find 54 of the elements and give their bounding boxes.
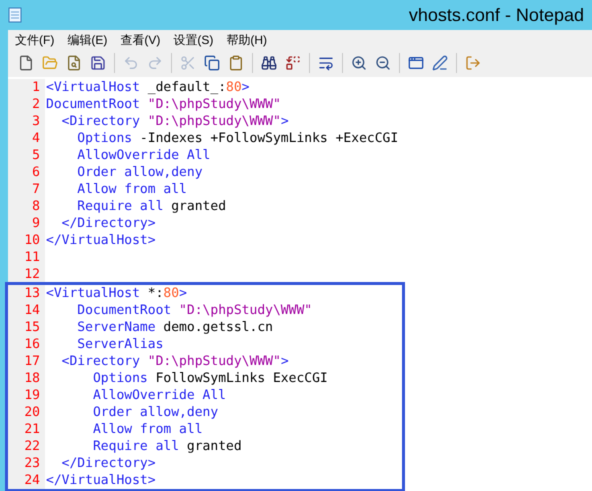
line-number: 9 — [8, 215, 42, 232]
code-line: Allow from all — [92, 421, 203, 438]
code-line: Require all granted — [76, 198, 226, 215]
line-number: 18 — [8, 370, 42, 387]
code-line: <VirtualHost _default_:80> — [45, 79, 250, 96]
line-number: 11 — [8, 249, 42, 266]
code-line: <Directory "D:\phpStudy\WWW"> — [60, 353, 289, 370]
line-number: 15 — [8, 319, 42, 336]
line-number: 22 — [8, 438, 42, 455]
code-line: Require all granted — [92, 438, 242, 455]
code-line: DocumentRoot "D:\phpStudy\WWW" — [76, 302, 312, 319]
menu-item[interactable]: 文件(F) — [15, 31, 54, 49]
menu-item[interactable]: 帮助(H) — [226, 31, 267, 49]
menu-item[interactable]: 查看(V) — [120, 31, 160, 49]
menu-item[interactable]: 设置(S) — [173, 31, 214, 49]
line-number: 1 — [8, 79, 42, 96]
menu-item[interactable]: 编辑(E) — [67, 31, 108, 49]
line-number: 2 — [8, 96, 42, 113]
code-line: Order allow,deny — [76, 164, 203, 181]
code-line: ServerAlias — [76, 336, 164, 353]
notepad-icon — [8, 7, 22, 23]
code-line: DocumentRoot "D:\phpStudy\WWW" — [45, 96, 281, 113]
line-number: 6 — [8, 164, 42, 181]
line-number: 24 — [8, 472, 42, 489]
line-number: 12 — [8, 266, 42, 283]
line-number: 3 — [8, 113, 42, 130]
code-line: <Directory "D:\phpStudy\WWW"> — [60, 113, 289, 130]
code-line: Options -Indexes +FollowSymLinks +ExecCGI — [76, 130, 398, 147]
line-number: 5 — [8, 147, 42, 164]
line-number: 13 — [8, 285, 42, 302]
code-line: </Directory> — [60, 455, 156, 472]
code-line: </VirtualHost> — [45, 232, 156, 249]
code-line: Options FollowSymLinks ExecCGI — [92, 370, 328, 387]
line-number: 17 — [8, 353, 42, 370]
copy-button[interactable] — [202, 52, 222, 72]
line-number: 14 — [8, 302, 42, 319]
line-number: 20 — [8, 404, 42, 421]
code-line: Allow from all — [76, 181, 187, 198]
line-number: 8 — [8, 198, 42, 215]
line-number: 10 — [8, 232, 42, 249]
code-line: </VirtualHost> — [45, 472, 156, 489]
window-title: vhosts.conf - Notepad — [408, 4, 584, 27]
code-line: AllowOverride All — [92, 387, 226, 404]
line-number: 21 — [8, 421, 42, 438]
code-line: ServerName demo.getssl.cn — [76, 319, 273, 336]
line-number: 23 — [8, 455, 42, 472]
line-number: 19 — [8, 387, 42, 404]
line-number: 7 — [8, 181, 42, 198]
code-line: Order allow,deny — [92, 404, 218, 421]
code-line: </Directory> — [60, 215, 156, 232]
code-line: <VirtualHost *:80> — [45, 285, 187, 302]
line-number: 16 — [8, 336, 42, 353]
line-number: 4 — [8, 130, 42, 147]
code-line: AllowOverride All — [76, 147, 210, 164]
